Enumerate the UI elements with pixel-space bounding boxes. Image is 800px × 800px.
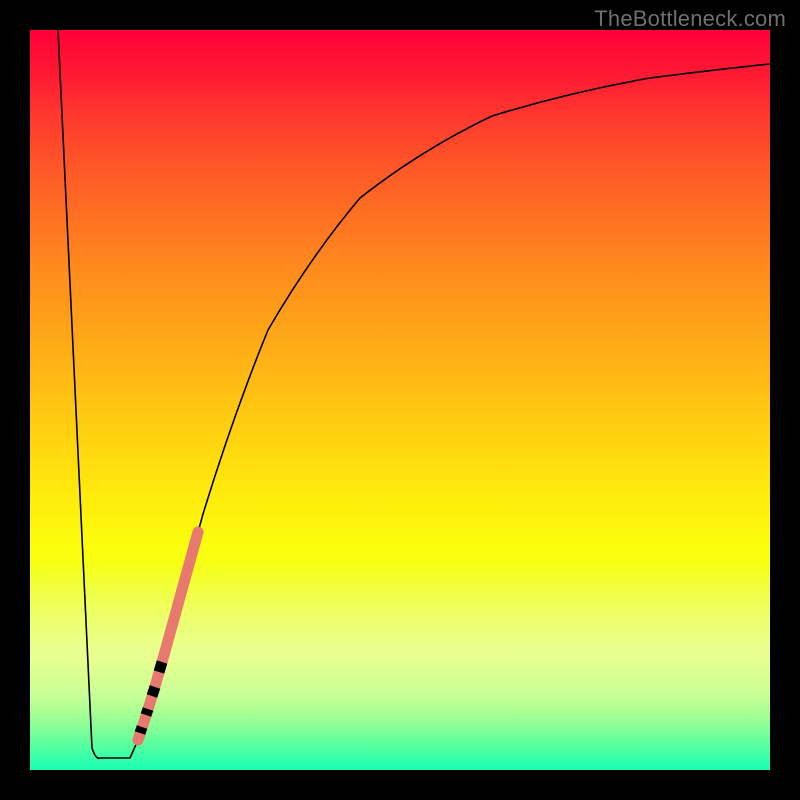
watermark-text: TheBottleneck.com (594, 6, 786, 32)
plot-area (30, 30, 770, 770)
chart-frame: TheBottleneck.com (0, 0, 800, 800)
curve-layer (30, 30, 770, 770)
